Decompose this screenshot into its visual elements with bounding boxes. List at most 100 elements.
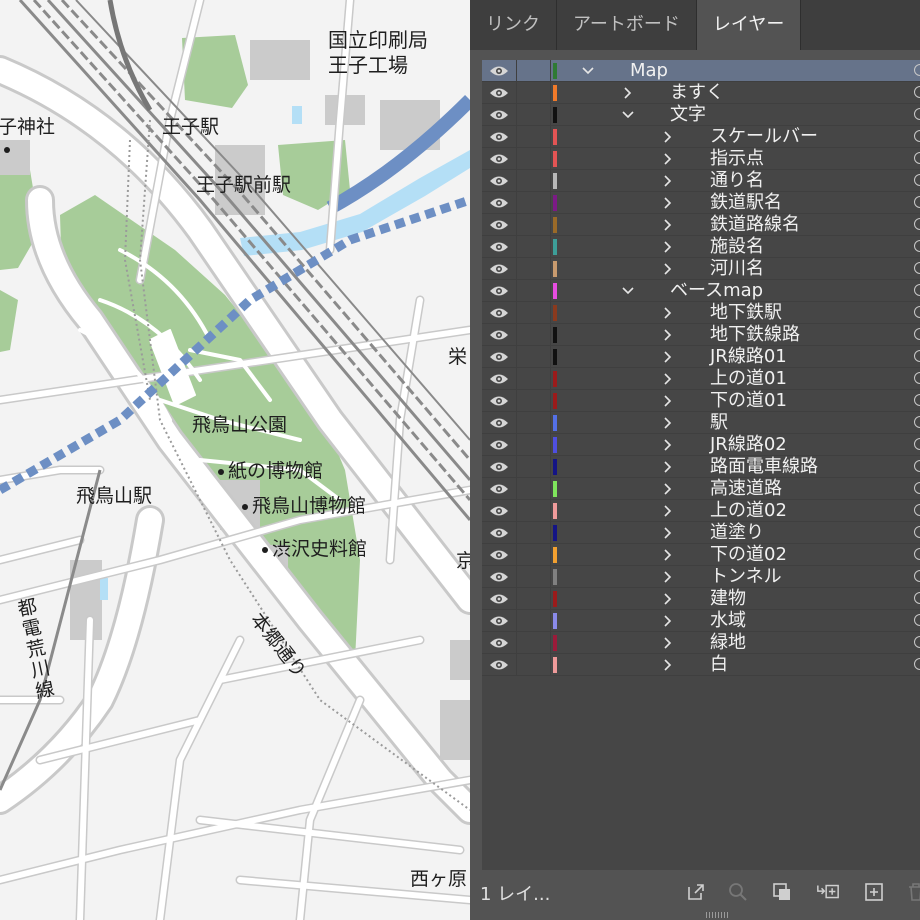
delete-icon[interactable] (904, 880, 920, 904)
visibility-eye-icon[interactable] (482, 82, 517, 103)
lock-toggle[interactable] (516, 258, 551, 279)
map-canvas[interactable]: 国立印刷局 王子工場 子神社 王子駅 王子駅前駅 飛鳥山公園 紙の博物館 飛鳥山… (0, 0, 470, 920)
target-circle-icon[interactable] (914, 526, 920, 538)
chevron-right-icon[interactable] (658, 236, 678, 257)
clipping-mask-icon[interactable] (770, 880, 794, 904)
chevron-right-icon[interactable] (658, 522, 678, 543)
visibility-eye-icon[interactable] (482, 192, 517, 213)
target-circle-icon[interactable] (914, 548, 920, 560)
layer-row[interactable]: 路面電車線路 (482, 456, 920, 478)
target-circle-icon[interactable] (914, 504, 920, 516)
visibility-eye-icon[interactable] (482, 280, 517, 301)
target-circle-icon[interactable] (914, 394, 920, 406)
target-circle-icon[interactable] (914, 284, 920, 296)
target-circle-icon[interactable] (914, 350, 920, 362)
target-circle-icon[interactable] (914, 86, 920, 98)
new-layer-icon[interactable] (862, 880, 886, 904)
layer-row[interactable]: 地下鉄線路 (482, 324, 920, 346)
chevron-right-icon[interactable] (658, 126, 678, 147)
visibility-eye-icon[interactable] (482, 368, 517, 389)
lock-toggle[interactable] (516, 302, 551, 323)
visibility-eye-icon[interactable] (482, 456, 517, 477)
layer-row[interactable]: ますく (482, 82, 920, 104)
layer-row[interactable]: 指示点 (482, 148, 920, 170)
layer-row[interactable]: Map (482, 60, 920, 82)
target-circle-icon[interactable] (914, 438, 920, 450)
visibility-eye-icon[interactable] (482, 302, 517, 323)
layer-row[interactable]: 鉄道駅名 (482, 192, 920, 214)
layer-row[interactable]: JR線路02 (482, 434, 920, 456)
layer-row[interactable]: 水域 (482, 610, 920, 632)
target-circle-icon[interactable] (914, 460, 920, 472)
target-circle-icon[interactable] (914, 592, 920, 604)
visibility-eye-icon[interactable] (482, 500, 517, 521)
target-circle-icon[interactable] (914, 152, 920, 164)
target-circle-icon[interactable] (914, 306, 920, 318)
lock-toggle[interactable] (516, 346, 551, 367)
target-circle-icon[interactable] (914, 240, 920, 252)
visibility-eye-icon[interactable] (482, 434, 517, 455)
layer-row[interactable]: 下の道02 (482, 544, 920, 566)
lock-toggle[interactable] (516, 610, 551, 631)
locate-icon[interactable] (726, 880, 750, 904)
layer-row[interactable]: 鉄道路線名 (482, 214, 920, 236)
visibility-eye-icon[interactable] (482, 544, 517, 565)
target-circle-icon[interactable] (914, 174, 920, 186)
layer-row[interactable]: 白 (482, 654, 920, 676)
visibility-eye-icon[interactable] (482, 566, 517, 587)
visibility-eye-icon[interactable] (482, 104, 517, 125)
visibility-eye-icon[interactable] (482, 654, 517, 675)
lock-toggle[interactable] (516, 214, 551, 235)
chevron-right-icon[interactable] (658, 192, 678, 213)
chevron-right-icon[interactable] (658, 500, 678, 521)
visibility-eye-icon[interactable] (482, 390, 517, 411)
lock-toggle[interactable] (516, 280, 551, 301)
layer-row[interactable]: 通り名 (482, 170, 920, 192)
lock-toggle[interactable] (516, 522, 551, 543)
lock-toggle[interactable] (516, 632, 551, 653)
lock-toggle[interactable] (516, 126, 551, 147)
layer-row[interactable]: JR線路01 (482, 346, 920, 368)
chevron-right-icon[interactable] (658, 148, 678, 169)
target-circle-icon[interactable] (914, 636, 920, 648)
layer-row[interactable]: 上の道02 (482, 500, 920, 522)
chevron-right-icon[interactable] (658, 434, 678, 455)
chevron-right-icon[interactable] (658, 456, 678, 477)
layer-row[interactable]: 河川名 (482, 258, 920, 280)
target-circle-icon[interactable] (914, 108, 920, 120)
target-circle-icon[interactable] (914, 328, 920, 340)
chevron-right-icon[interactable] (658, 324, 678, 345)
tab-links[interactable]: リンク (470, 0, 557, 50)
visibility-eye-icon[interactable] (482, 588, 517, 609)
chevron-right-icon[interactable] (618, 82, 638, 103)
target-circle-icon[interactable] (914, 196, 920, 208)
visibility-eye-icon[interactable] (482, 632, 517, 653)
target-circle-icon[interactable] (914, 614, 920, 626)
visibility-eye-icon[interactable] (482, 214, 517, 235)
lock-toggle[interactable] (516, 566, 551, 587)
target-circle-icon[interactable] (914, 570, 920, 582)
chevron-right-icon[interactable] (658, 566, 678, 587)
layer-row[interactable]: トンネル (482, 566, 920, 588)
export-icon[interactable] (684, 880, 708, 904)
visibility-eye-icon[interactable] (482, 346, 517, 367)
lock-toggle[interactable] (516, 82, 551, 103)
lock-toggle[interactable] (516, 236, 551, 257)
layer-row[interactable]: 高速道路 (482, 478, 920, 500)
target-circle-icon[interactable] (914, 64, 920, 76)
visibility-eye-icon[interactable] (482, 522, 517, 543)
target-circle-icon[interactable] (914, 658, 920, 670)
layer-row[interactable]: 地下鉄駅 (482, 302, 920, 324)
chevron-right-icon[interactable] (658, 258, 678, 279)
chevron-right-icon[interactable] (658, 390, 678, 411)
layer-row[interactable]: 駅 (482, 412, 920, 434)
layer-list[interactable]: Map ますく 文字 スケールバー 指示点 通り名 鉄道駅名 鉄道路線名 施設名 河川名 ベースma… (482, 60, 920, 870)
visibility-eye-icon[interactable] (482, 126, 517, 147)
target-circle-icon[interactable] (914, 262, 920, 274)
lock-toggle[interactable] (516, 544, 551, 565)
target-circle-icon[interactable] (914, 218, 920, 230)
layer-row[interactable]: 施設名 (482, 236, 920, 258)
layer-row[interactable]: 文字 (482, 104, 920, 126)
lock-toggle[interactable] (516, 456, 551, 477)
chevron-right-icon[interactable] (658, 170, 678, 191)
